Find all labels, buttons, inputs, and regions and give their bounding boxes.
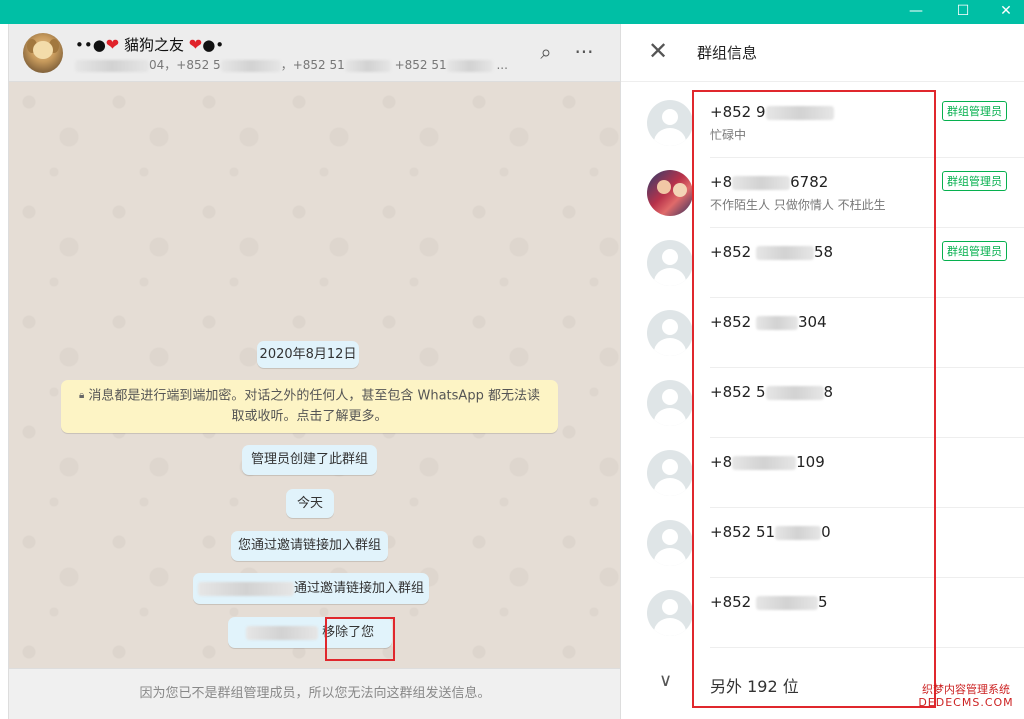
chat-members-list[interactable]: 04，+852 5 ，+852 51 +852 51 ... — [75, 56, 508, 73]
search-icon[interactable]: ⌕ — [533, 40, 559, 66]
highlight-box-members — [692, 90, 936, 708]
close-window-button[interactable]: ✕ — [984, 0, 1024, 24]
minimize-button[interactable]: — — [894, 0, 938, 24]
system-message-joined-self: 您通过邀请链接加入群组 — [231, 531, 388, 561]
member-number: 04，+852 5 — [149, 58, 221, 72]
default-avatar-icon — [647, 380, 693, 426]
highlight-box-removed — [325, 617, 395, 661]
redacted-blur — [344, 59, 391, 72]
chevron-down-icon: ∨ — [659, 670, 673, 691]
group-info-header: ✕ 群组信息 — [621, 24, 1024, 82]
system-message-joined-other: 通过邀请链接加入群组 — [193, 573, 429, 604]
chat-pane: ••●❤ 貓狗之友 ❤●• 04，+852 5 ，+852 51 +852 51 … — [8, 24, 621, 719]
today-bubble: 今天 — [286, 489, 334, 518]
default-avatar-icon — [647, 450, 693, 496]
chat-messages[interactable]: 2020年8月12日 🔒︎ 消息都是进行端到端加密。对话之外的任何人，甚至包含 W… — [9, 82, 621, 668]
admin-badge: 群组管理员 — [942, 171, 1007, 191]
chat-title[interactable]: ••●❤ 貓狗之友 ❤●• — [75, 34, 224, 55]
chat-footer-notice: 因为您已不是群组管理成员，所以您无法向这群组发送信息。 — [9, 668, 621, 719]
default-avatar-icon — [647, 520, 693, 566]
members-ellipsis: ... — [496, 58, 508, 72]
admin-badge: 群组管理员 — [942, 101, 1007, 121]
encryption-notice-text: 消息都是进行端到端加密。对话之外的任何人，甚至包含 WhatsApp 都无法读取… — [88, 388, 540, 424]
window-titlebar: — ☐ ✕ — [0, 0, 1024, 24]
system-message-created: 管理员创建了此群组 — [242, 445, 377, 475]
group-info-title: 群组信息 — [697, 44, 758, 62]
watermark: 织梦内容管理系统 DEDECMS.COM — [912, 683, 1020, 709]
default-avatar-icon — [647, 100, 693, 146]
heart-icon: ❤ — [105, 35, 120, 54]
joined-other-text: 通过邀请链接加入群组 — [293, 581, 424, 596]
chat-header[interactable]: ••●❤ 貓狗之友 ❤●• 04，+852 5 ，+852 51 +852 51 … — [9, 24, 621, 82]
watermark-line1: 织梦内容管理系统 — [922, 683, 1010, 696]
more-options-icon[interactable]: ··· — [571, 40, 597, 66]
title-decoration: ●• — [202, 36, 225, 54]
default-avatar-icon — [647, 240, 693, 286]
member-number: ，+852 51 — [280, 58, 345, 72]
encryption-notice[interactable]: 🔒︎ 消息都是进行端到端加密。对话之外的任何人，甚至包含 WhatsApp 都无法… — [61, 380, 558, 433]
redacted-blur — [245, 625, 318, 640]
redacted-blur — [197, 581, 294, 596]
date-bubble: 2020年8月12日 — [257, 341, 359, 368]
group-name: 貓狗之友 — [123, 36, 184, 54]
group-avatar[interactable] — [23, 33, 63, 73]
default-avatar-icon — [647, 310, 693, 356]
watermark-line2: DEDECMS.COM — [918, 696, 1014, 709]
close-icon[interactable]: ✕ — [643, 37, 673, 67]
redacted-blur — [220, 59, 281, 72]
avatar-dog-face — [33, 41, 53, 59]
redacted-blur — [446, 59, 493, 72]
member-number: +852 51 — [394, 58, 447, 72]
redacted-blur — [75, 59, 149, 72]
maximize-button[interactable]: ☐ — [941, 0, 985, 24]
lock-icon: 🔒︎ — [79, 390, 85, 401]
default-avatar-icon — [647, 590, 693, 636]
admin-badge: 群组管理员 — [942, 241, 1007, 261]
member-photo-avatar — [647, 170, 693, 216]
heart-icon: ❤ — [188, 35, 203, 54]
title-decoration: ••● — [75, 36, 106, 54]
